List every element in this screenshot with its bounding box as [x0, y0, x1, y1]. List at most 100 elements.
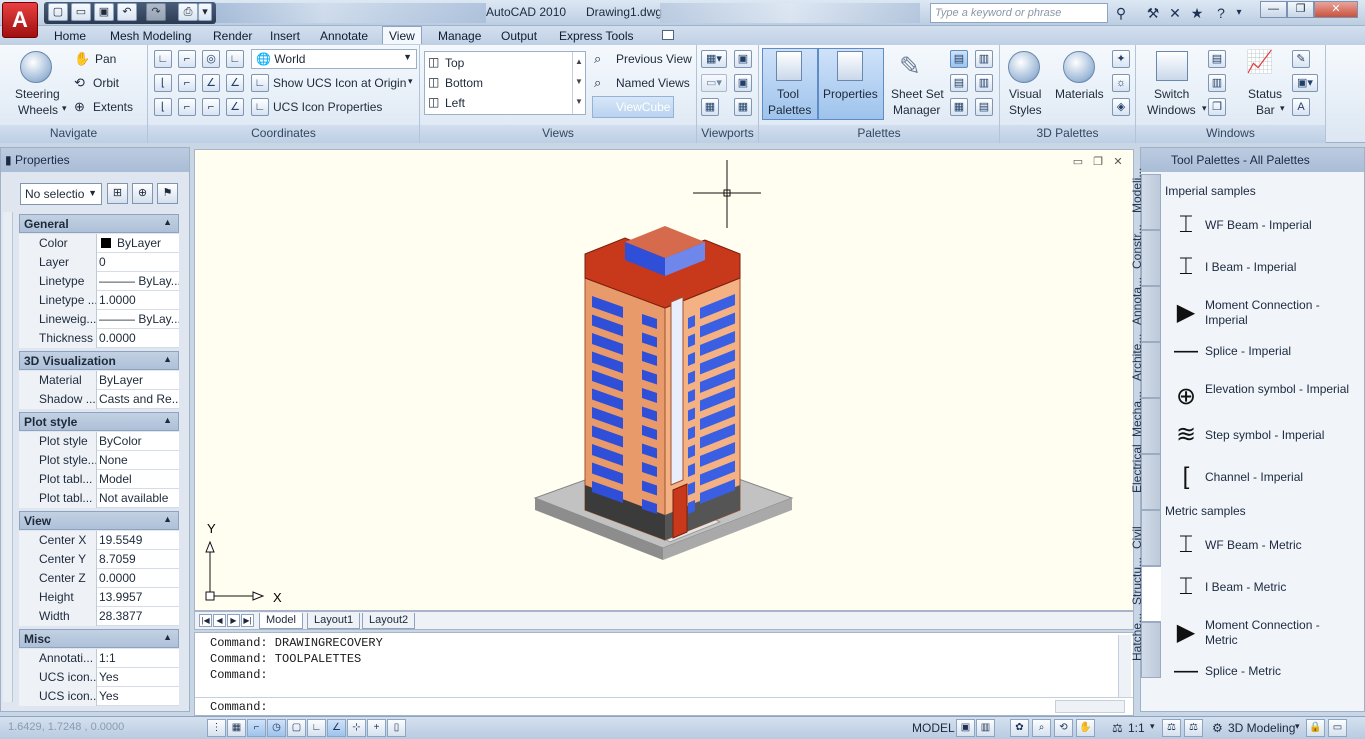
- sheet-set-label[interactable]: Sheet Set: [891, 87, 944, 101]
- property-row[interactable]: Shadow ... Casts and Re...: [19, 390, 179, 409]
- palette-icon-6[interactable]: ▤: [975, 98, 993, 116]
- palette-icon-5[interactable]: ▦: [950, 98, 968, 116]
- palette-tool-item[interactable]: I Beam - Imperial: [1205, 260, 1355, 275]
- ucs-icon-properties-button[interactable]: UCS Icon Properties: [273, 100, 382, 114]
- 3dosnap-icon[interactable]: ∟: [307, 719, 326, 737]
- bar-label[interactable]: Bar: [1256, 103, 1275, 117]
- redo-icon[interactable]: ↷: [146, 3, 166, 21]
- property-row[interactable]: Linetype ... 1.0000: [19, 291, 179, 310]
- property-row[interactable]: Lineweig... ——— ByLay...: [19, 310, 179, 329]
- workspace-dropdown-icon[interactable]: ▾: [1295, 721, 1300, 732]
- minimize-button[interactable]: —: [1260, 1, 1287, 18]
- palette-tool-item[interactable]: Splice - Metric: [1205, 664, 1355, 679]
- viewport-join-icon[interactable]: ▭▾: [701, 74, 727, 92]
- property-row[interactable]: Linetype ——— ByLay...: [19, 272, 179, 291]
- ucs-face-icon[interactable]: ⌐: [202, 98, 220, 116]
- dyn-icon[interactable]: +: [367, 719, 386, 737]
- property-row[interactable]: Layer 0: [19, 253, 179, 272]
- subscription-icon[interactable]: ⚒: [1144, 4, 1162, 22]
- styles-label[interactable]: Styles: [1009, 103, 1042, 117]
- property-row[interactable]: UCS icon... Yes: [19, 687, 179, 706]
- property-row[interactable]: Height 13.9957: [19, 588, 179, 607]
- palette-tab[interactable]: Archite...: [1130, 334, 1161, 398]
- property-value[interactable]: Yes: [99, 687, 179, 706]
- property-value[interactable]: 1.0000: [99, 291, 179, 310]
- property-value[interactable]: ByColor: [99, 432, 179, 451]
- view-bottom[interactable]: Bottom: [445, 76, 483, 90]
- status-bar-dropdown-icon[interactable]: ▾: [1280, 103, 1285, 114]
- property-value[interactable]: 19.5549: [99, 531, 179, 550]
- property-value[interactable]: 28.3877: [99, 607, 179, 626]
- viewport-config-icon[interactable]: ▦▾: [701, 50, 727, 68]
- select-objects-icon[interactable]: ⊕: [132, 183, 153, 204]
- binoculars-icon[interactable]: ⚲: [1112, 4, 1130, 22]
- tab-mesh-modeling[interactable]: Mesh Modeling: [104, 27, 197, 45]
- property-value[interactable]: Model: [99, 470, 179, 489]
- switch-label[interactable]: Switch: [1154, 87, 1189, 101]
- windows-label[interactable]: Windows: [1147, 103, 1196, 117]
- coordinates-readout[interactable]: 1.6429, 1.7248 , 0.0000: [8, 721, 124, 733]
- switch-windows-icon[interactable]: [1156, 51, 1188, 81]
- property-value[interactable]: None: [99, 451, 179, 470]
- otrack-icon[interactable]: ∠: [327, 719, 346, 737]
- orbit-status-icon[interactable]: ⟲: [1054, 719, 1073, 737]
- property-value[interactable]: 0: [99, 253, 179, 272]
- palette-icon-1[interactable]: ▤: [950, 50, 968, 68]
- ucs-named-icon[interactable]: ∠: [226, 98, 244, 116]
- ortho-icon[interactable]: ⌐: [247, 719, 266, 737]
- property-value[interactable]: Casts and Re...: [99, 390, 179, 409]
- palette-tab[interactable]: Electrical: [1130, 444, 1161, 510]
- status-label[interactable]: Status: [1248, 87, 1282, 101]
- osnap-icon[interactable]: ▢: [287, 719, 306, 737]
- open-icon[interactable]: ▭: [71, 3, 91, 21]
- show-ucs-dropdown-icon[interactable]: ▾: [408, 76, 413, 87]
- layout-icon[interactable]: ▣▾: [1292, 74, 1318, 92]
- palette-tool-item[interactable]: Moment Connection - Imperial: [1205, 298, 1355, 328]
- property-row[interactable]: Center X 19.5549: [19, 531, 179, 550]
- favorites-star-icon[interactable]: ★: [1188, 4, 1206, 22]
- property-row[interactable]: Center Y 8.7059: [19, 550, 179, 569]
- palette-tool-item[interactable]: Splice - Imperial: [1205, 344, 1355, 359]
- palette-icon-3[interactable]: ▤: [950, 74, 968, 92]
- palette-tab[interactable]: Hatche...: [1130, 613, 1161, 678]
- save-icon[interactable]: ▣: [94, 3, 114, 21]
- property-row[interactable]: Plot style ByColor: [19, 432, 179, 451]
- property-row[interactable]: Width 28.3877: [19, 607, 179, 626]
- sheet-set-icon[interactable]: ✎: [899, 51, 921, 82]
- tab-insert[interactable]: Insert: [264, 27, 306, 45]
- named-views-button[interactable]: Named Views: [616, 76, 690, 90]
- property-value[interactable]: Yes: [99, 668, 179, 687]
- properties-scrollbar[interactable]: [3, 212, 13, 702]
- ucs-3point-icon[interactable]: ∠: [202, 74, 220, 92]
- property-value[interactable]: 0.0000: [99, 569, 179, 588]
- scale-dropdown-icon[interactable]: ▾: [1150, 721, 1155, 732]
- palette-tab[interactable]: Constr...: [1130, 224, 1161, 286]
- ucs-z-icon[interactable]: ⌐: [178, 98, 196, 116]
- property-value[interactable]: ——— ByLay...: [99, 272, 179, 291]
- properties-section-header[interactable]: Misc: [19, 629, 179, 648]
- steering-wheel-icon[interactable]: [20, 51, 52, 83]
- orbit-button[interactable]: Orbit: [93, 76, 119, 90]
- tab-view[interactable]: View: [382, 26, 422, 44]
- property-value[interactable]: 0.0000: [99, 329, 179, 348]
- property-value[interactable]: 1:1: [99, 649, 179, 668]
- plot-icon[interactable]: ⎙: [178, 3, 198, 21]
- quick-view-drawings-icon[interactable]: ▥: [976, 719, 995, 737]
- ucs-world-icon[interactable]: ⌐: [178, 50, 196, 68]
- palette-tab[interactable]: Structu...: [1130, 557, 1161, 622]
- drawing-canvas[interactable]: ▭ ❐ ✕ Y X: [194, 149, 1134, 611]
- annotation-scale[interactable]: 1:1: [1128, 721, 1145, 735]
- property-row[interactable]: Color ByLayer: [19, 234, 179, 253]
- selection-dropdown[interactable]: No selectio ▼: [20, 183, 102, 205]
- wheels-label[interactable]: Wheels: [18, 103, 58, 117]
- palette-tool-item[interactable]: Channel - Imperial: [1205, 470, 1355, 485]
- undo-icon[interactable]: ↶: [117, 3, 137, 21]
- manager-label[interactable]: Manager: [893, 103, 940, 117]
- visual-label[interactable]: Visual: [1009, 87, 1041, 101]
- palette-tab[interactable]: Annota...: [1130, 277, 1161, 342]
- palette-tool-item[interactable]: Step symbol - Imperial: [1205, 428, 1355, 443]
- property-row[interactable]: Plot style... None: [19, 451, 179, 470]
- zoom-icon[interactable]: ⌕: [1032, 719, 1051, 737]
- help-icon[interactable]: ?: [1212, 4, 1230, 22]
- property-value[interactable]: ByLayer: [99, 234, 179, 253]
